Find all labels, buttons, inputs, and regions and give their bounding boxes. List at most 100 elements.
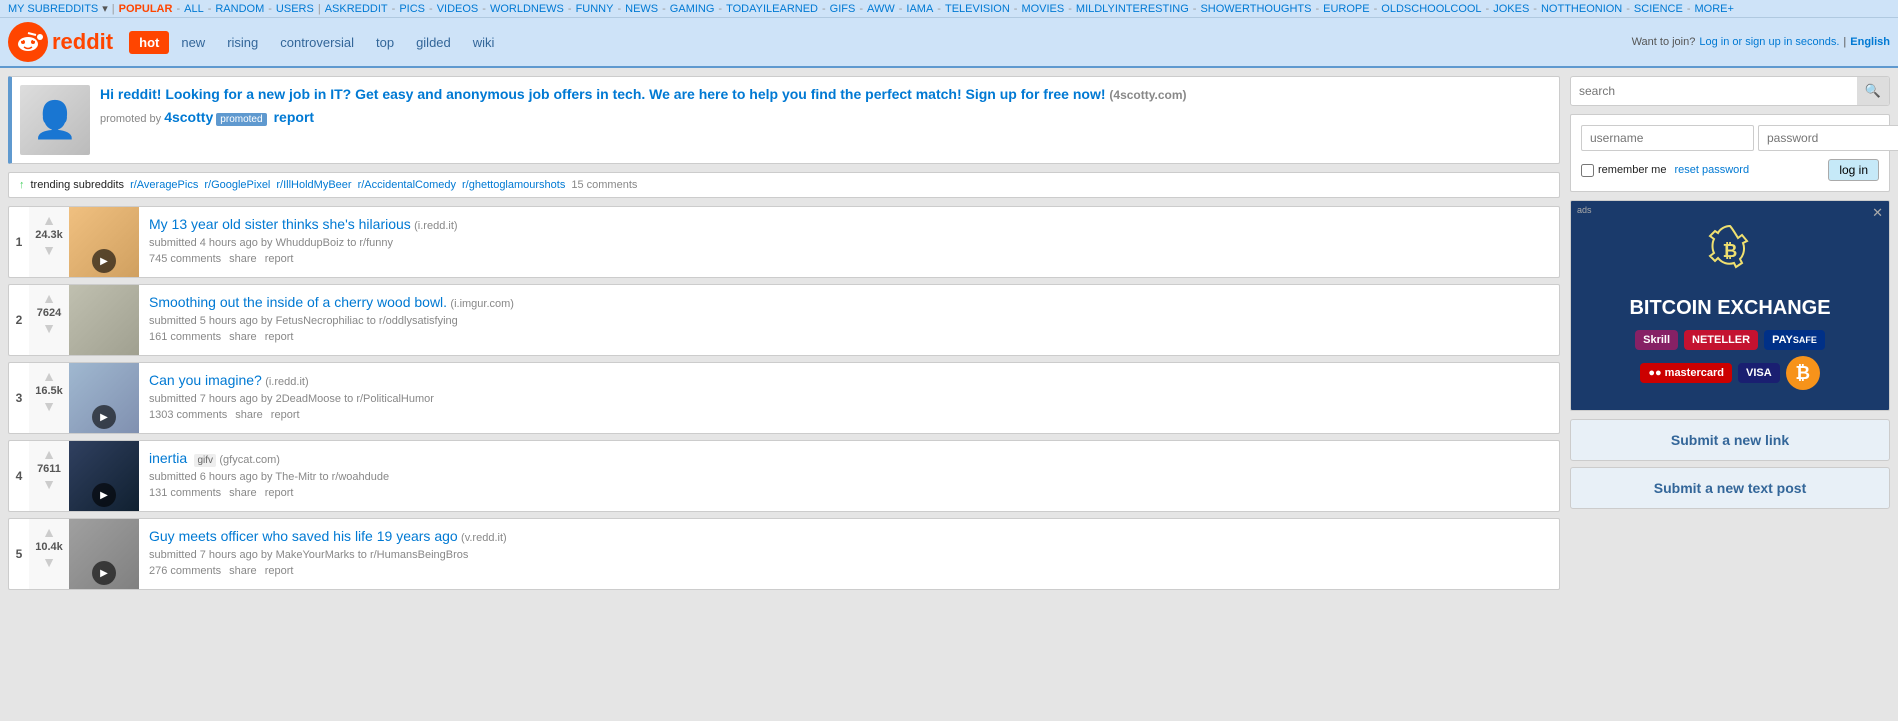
- trending-sub-2[interactable]: r/GooglePixel: [204, 179, 270, 191]
- tab-wiki[interactable]: wiki: [463, 31, 505, 54]
- nav-showerthoughts[interactable]: SHOWERTHOUGHTS: [1200, 3, 1311, 15]
- play-button[interactable]: ▶: [92, 249, 116, 273]
- post-title-link[interactable]: Guy meets officer who saved his life 19 …: [149, 528, 458, 544]
- post-author[interactable]: FetusNecrophiliac: [276, 315, 364, 327]
- promo-title-link[interactable]: Hi reddit! Looking for a new job in IT? …: [100, 86, 1187, 102]
- trending-sub-1[interactable]: r/AveragePics: [130, 179, 198, 191]
- nav-iama[interactable]: IAMA: [906, 3, 933, 15]
- login-button[interactable]: log in: [1828, 159, 1879, 181]
- username-field[interactable]: [1581, 125, 1754, 151]
- tab-gilded[interactable]: gilded: [406, 31, 461, 54]
- search-input[interactable]: [1571, 78, 1857, 104]
- nav-aww[interactable]: AWW: [867, 3, 895, 15]
- upvote-button[interactable]: ▲: [42, 369, 56, 383]
- comments-link[interactable]: 1303 comments: [149, 409, 227, 421]
- nav-videos[interactable]: VIDEOS: [437, 3, 479, 15]
- trending-sub-3[interactable]: r/IllHoldMyBeer: [276, 179, 351, 191]
- comments-link[interactable]: 131 comments: [149, 487, 221, 499]
- nav-funny[interactable]: FUNNY: [576, 3, 614, 15]
- share-link[interactable]: share: [235, 409, 263, 421]
- downvote-button[interactable]: ▼: [42, 243, 56, 257]
- promo-author[interactable]: 4scotty: [164, 109, 213, 125]
- comments-link[interactable]: 276 comments: [149, 565, 221, 577]
- report-link[interactable]: report: [265, 487, 294, 499]
- post-thumbnail[interactable]: [69, 285, 139, 355]
- post-subreddit[interactable]: r/PoliticalHumor: [356, 393, 434, 405]
- nav-askreddit[interactable]: ASKREDDIT: [325, 3, 388, 15]
- downvote-button[interactable]: ▼: [42, 321, 56, 335]
- post-subreddit[interactable]: r/woahdude: [332, 471, 390, 483]
- submit-link-button[interactable]: Submit a new link: [1570, 419, 1890, 461]
- upvote-button[interactable]: ▲: [42, 291, 56, 305]
- remember-me-label[interactable]: remember me: [1581, 164, 1666, 177]
- downvote-button[interactable]: ▼: [42, 555, 56, 569]
- nav-gaming[interactable]: GAMING: [670, 3, 715, 15]
- nav-movies[interactable]: MOVIES: [1021, 3, 1064, 15]
- nav-popular[interactable]: POPULAR: [119, 3, 173, 15]
- downvote-button[interactable]: ▼: [42, 477, 56, 491]
- nav-nottheonion[interactable]: NOTTHEONION: [1541, 3, 1622, 15]
- post-title-link[interactable]: Can you imagine?: [149, 372, 262, 388]
- post-thumbnail[interactable]: ▶: [69, 363, 139, 433]
- post-author[interactable]: MakeYourMarks: [276, 549, 355, 561]
- nav-oldschoolcool[interactable]: OLDSCHOOLCOOL: [1381, 3, 1481, 15]
- tab-top[interactable]: top: [366, 31, 404, 54]
- nav-jokes[interactable]: JOKES: [1493, 3, 1529, 15]
- submit-text-button[interactable]: Submit a new text post: [1570, 467, 1890, 509]
- nav-pics[interactable]: PICS: [399, 3, 425, 15]
- tab-new[interactable]: new: [171, 31, 215, 54]
- post-subreddit[interactable]: r/HumansBeingBros: [370, 549, 468, 561]
- post-author[interactable]: 2DeadMoose: [276, 393, 341, 405]
- report-link[interactable]: report: [265, 253, 294, 265]
- play-button[interactable]: ▶: [92, 405, 116, 429]
- share-link[interactable]: share: [229, 253, 257, 265]
- comments-link[interactable]: 745 comments: [149, 253, 221, 265]
- upvote-button[interactable]: ▲: [42, 447, 56, 461]
- nav-europe[interactable]: EUROPE: [1323, 3, 1369, 15]
- tab-hot[interactable]: hot: [129, 31, 169, 54]
- language-selector[interactable]: English: [1850, 36, 1890, 48]
- nav-todayilearned[interactable]: TODAYILEARNED: [726, 3, 818, 15]
- site-logo[interactable]: reddit: [8, 22, 113, 62]
- nav-users[interactable]: USERS: [276, 3, 314, 15]
- upvote-button[interactable]: ▲: [42, 213, 56, 227]
- share-link[interactable]: share: [229, 331, 257, 343]
- trending-comments-link[interactable]: 15 comments: [571, 179, 637, 191]
- nav-television[interactable]: TELEVISION: [945, 3, 1010, 15]
- nav-news[interactable]: NEWS: [625, 3, 658, 15]
- report-link[interactable]: report: [265, 565, 294, 577]
- promo-report-link[interactable]: report: [274, 109, 314, 125]
- nav-worldnews[interactable]: WORLDNEWS: [490, 3, 564, 15]
- report-link[interactable]: report: [265, 331, 294, 343]
- downvote-button[interactable]: ▼: [42, 399, 56, 413]
- my-subreddits-link[interactable]: MY SUBREDDITS: [8, 3, 98, 15]
- share-link[interactable]: share: [229, 487, 257, 499]
- upvote-button[interactable]: ▲: [42, 525, 56, 539]
- post-title-link[interactable]: inertia: [149, 450, 187, 466]
- ad-close-button[interactable]: ✕: [1872, 205, 1883, 221]
- login-signup-link[interactable]: Log in or sign up in seconds.: [1699, 36, 1839, 48]
- search-button[interactable]: 🔍: [1857, 77, 1889, 105]
- password-field[interactable]: [1758, 125, 1898, 151]
- comments-link[interactable]: 161 comments: [149, 331, 221, 343]
- tab-rising[interactable]: rising: [217, 31, 268, 54]
- nav-dropdown-icon[interactable]: ▾: [102, 2, 108, 15]
- trending-sub-5[interactable]: r/ghettoglamourshots: [462, 179, 565, 191]
- trending-sub-4[interactable]: r/AccidentalComedy: [358, 179, 456, 191]
- post-thumbnail[interactable]: ▶: [69, 519, 139, 589]
- play-button[interactable]: ▶: [92, 561, 116, 585]
- nav-random[interactable]: RANDOM: [215, 3, 264, 15]
- nav-gifs[interactable]: GIFS: [830, 3, 856, 15]
- nav-all[interactable]: ALL: [184, 3, 204, 15]
- share-link[interactable]: share: [229, 565, 257, 577]
- post-title-link[interactable]: My 13 year old sister thinks she's hilar…: [149, 216, 411, 232]
- post-thumbnail[interactable]: ▶: [69, 207, 139, 277]
- post-thumbnail[interactable]: ▶: [69, 441, 139, 511]
- post-subreddit[interactable]: r/funny: [359, 237, 393, 249]
- post-author[interactable]: The-Mitr: [275, 471, 316, 483]
- nav-more[interactable]: MORE+: [1695, 3, 1734, 15]
- reset-password-link[interactable]: reset password: [1674, 164, 1749, 176]
- nav-mildlyinteresting[interactable]: MILDLYINTERESTING: [1076, 3, 1189, 15]
- remember-me-checkbox[interactable]: [1581, 164, 1594, 177]
- post-subreddit[interactable]: r/oddlysatisfying: [379, 315, 458, 327]
